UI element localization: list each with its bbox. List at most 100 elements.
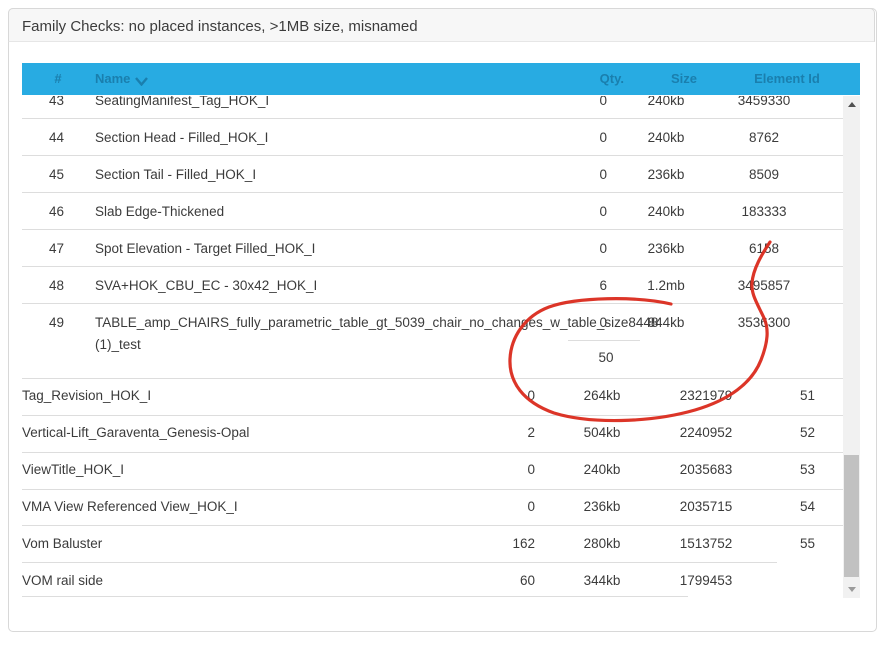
scrollbar-down-button[interactable] (843, 581, 860, 598)
row-divider (22, 303, 843, 304)
scrollbar-up-button[interactable] (843, 96, 860, 113)
row-num: 48 (49, 277, 64, 295)
qty-value: 0 (463, 498, 535, 516)
table-row-49[interactable]: 49 TABLE_amp_CHAIRS_fully_parametric_tab… (22, 314, 843, 332)
column-header-num[interactable]: # (47, 71, 69, 86)
table-header-row: # Name Qty. Size Element Id (22, 63, 860, 95)
family-name: SeatingManifest_Tag_HOK_I (95, 96, 269, 110)
element-id-value: 3459330 (714, 96, 814, 110)
size-value: 236kb (630, 240, 702, 258)
row-divider (22, 596, 688, 597)
family-name: Vom Baluster (22, 535, 102, 553)
family-name: VOM rail side (22, 572, 103, 590)
element-id-value: 2035683 (656, 461, 756, 479)
size-value: 504kb (566, 424, 638, 442)
row-num: 55 (770, 535, 815, 553)
triangle-down-icon (848, 587, 856, 592)
row-divider (22, 452, 843, 453)
scrollbar-thumb[interactable] (844, 455, 859, 577)
family-name: Spot Elevation - Target Filled_HOK_I (95, 240, 315, 258)
table-row-44[interactable]: 44 Section Head - Filled_HOK_I 0 240kb 8… (22, 129, 843, 147)
table-scrollbar[interactable] (843, 96, 860, 598)
size-value: 236kb (566, 498, 638, 516)
qty-value: 162 (463, 535, 535, 553)
column-header-element-id[interactable]: Element Id (737, 71, 837, 86)
row-num: 49 (49, 314, 64, 332)
size-value: 844kb (630, 314, 702, 332)
row-num: 45 (49, 166, 64, 184)
size-value: 264kb (566, 387, 638, 405)
qty-value: 0 (463, 387, 535, 405)
family-name-line2: (1)_test (95, 336, 141, 354)
table-row-vom-rail-side[interactable]: VOM rail side 60 344kb 1799453 (22, 572, 843, 590)
element-id-value: 2035715 (656, 498, 756, 516)
row-divider (22, 489, 843, 490)
table-row-48[interactable]: 48 SVA+HOK_CBU_EC - 30x42_HOK_I 6 1.2mb … (22, 277, 843, 295)
size-value: 240kb (630, 129, 702, 147)
family-name: Tag_Revision_HOK_I (22, 387, 151, 405)
column-header-qty[interactable]: Qty. (542, 71, 624, 86)
qty-value: 2 (463, 424, 535, 442)
size-value: 236kb (630, 166, 702, 184)
table-row-43-clipped[interactable]: 43 SeatingManifest_Tag_HOK_I 0 240kb 345… (22, 96, 843, 111)
table-row-vertical-lift[interactable]: Vertical-Lift_Garaventa_Genesis-Opal 2 5… (22, 424, 843, 442)
qty-value: 6 (535, 277, 607, 295)
size-value: 280kb (566, 535, 638, 553)
table-row-45[interactable]: 45 Section Tail - Filled_HOK_I 0 236kb 8… (22, 166, 843, 184)
glitch-row-num-50: 50 (570, 350, 642, 365)
row-divider (22, 525, 843, 526)
row-divider (22, 118, 843, 119)
row-num: 43 (49, 96, 64, 110)
qty-value: 0 (535, 240, 607, 258)
row-divider (22, 192, 843, 193)
element-id-value: 6158 (714, 240, 814, 258)
qty-value: 0 (463, 461, 535, 479)
qty-value: 0 (535, 96, 607, 110)
element-id-value: 3536300 (714, 314, 814, 332)
row-num: 53 (770, 461, 815, 479)
size-value: 240kb (630, 203, 702, 221)
row-divider (22, 229, 843, 230)
panel-title: Family Checks: no placed instances, >1MB… (22, 18, 418, 35)
size-value: 240kb (566, 461, 638, 479)
qty-value: 0 (535, 166, 607, 184)
triangle-up-icon (848, 102, 856, 107)
family-name: Vertical-Lift_Garaventa_Genesis-Opal (22, 424, 249, 442)
family-name: ViewTitle_HOK_I (22, 461, 124, 479)
row-divider (22, 155, 843, 156)
table-row-49-line2: (1)_test (22, 336, 843, 354)
table-row-46[interactable]: 46 Slab Edge-Thickened 0 240kb 183333 (22, 203, 843, 221)
column-header-name[interactable]: Name (95, 71, 148, 86)
column-header-size[interactable]: Size (652, 71, 716, 86)
element-id-value: 1513752 (656, 535, 756, 553)
size-value: 344kb (566, 572, 638, 590)
element-id-value: 2321979 (656, 387, 756, 405)
element-id-value: 1799453 (656, 572, 756, 590)
table-row-47[interactable]: 47 Spot Elevation - Target Filled_HOK_I … (22, 240, 843, 258)
table-row-vma-view[interactable]: VMA View Referenced View_HOK_I 0 236kb 2… (22, 498, 843, 516)
size-value: 1.2mb (630, 277, 702, 295)
row-divider (22, 562, 777, 563)
glitch-cell-divider (568, 340, 640, 341)
row-divider (22, 378, 843, 379)
row-num: 52 (770, 424, 815, 442)
table-row-vom-baluster[interactable]: Vom Baluster 162 280kb 1513752 55 (22, 535, 843, 553)
row-num: 47 (49, 240, 64, 258)
table-row-tag-revision[interactable]: Tag_Revision_HOK_I 0 264kb 2321979 51 (22, 387, 843, 405)
qty-value: 0 (535, 203, 607, 221)
element-id-value: 2240952 (656, 424, 756, 442)
family-name: Section Tail - Filled_HOK_I (95, 166, 256, 184)
size-value: 240kb (630, 96, 702, 110)
family-checks-screen: Family Checks: no placed instances, >1MB… (0, 0, 891, 651)
qty-value: 0 (535, 129, 607, 147)
family-name: SVA+HOK_CBU_EC - 30x42_HOK_I (95, 277, 317, 295)
family-name: VMA View Referenced View_HOK_I (22, 498, 238, 516)
family-name: Slab Edge-Thickened (95, 203, 224, 221)
table-row-viewtitle[interactable]: ViewTitle_HOK_I 0 240kb 2035683 53 (22, 461, 843, 479)
row-num: 46 (49, 203, 64, 221)
element-id-value: 8762 (714, 129, 814, 147)
chevron-down-icon (135, 74, 148, 83)
element-id-value: 3495857 (714, 277, 814, 295)
column-header-name-label: Name (95, 71, 130, 86)
element-id-value: 183333 (714, 203, 814, 221)
